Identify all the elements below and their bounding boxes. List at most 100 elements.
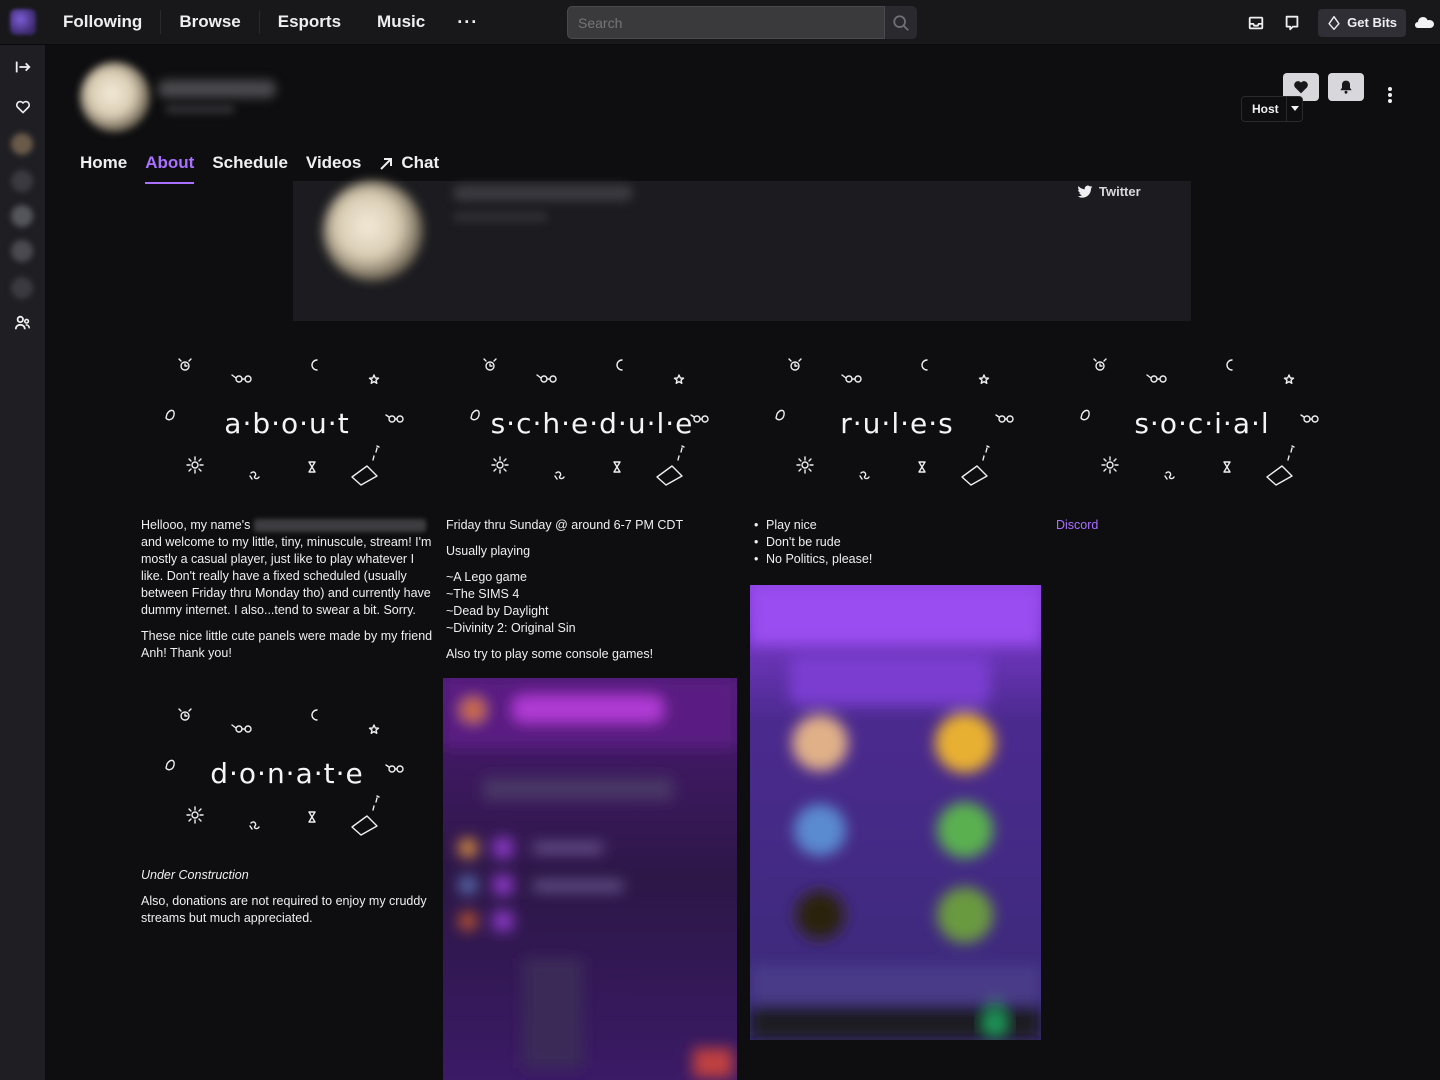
panel-donate: d·o·n·a·t·e Under Construction Also, don… [141, 705, 433, 936]
panel-about: a·b·o·u·t Hellooo, my name's and welcome… [141, 355, 433, 671]
channel-status-redacted [165, 104, 235, 114]
host-button[interactable]: Host [1241, 96, 1303, 122]
about-name-redacted [453, 185, 633, 201]
panel-schedule: s·c·h·e·d·u·l·e Friday thru Sunday @ aro… [446, 355, 738, 672]
schedule-games: ~A Lego game ~The SIMS 4 ~Dead by Daylig… [446, 569, 738, 637]
nav-right-group: Get Bits [1238, 0, 1440, 45]
tab-videos-label: Videos [305, 153, 362, 172]
game-item: ~Divinity 2: Original Sin [446, 621, 576, 635]
blurred-screenshot [750, 585, 1041, 1040]
followed-channel-avatar[interactable] [11, 205, 33, 227]
side-nav [0, 45, 45, 1080]
tab-home-label: Home [80, 153, 128, 172]
nav-following[interactable]: Following [45, 0, 160, 45]
user-avatar[interactable] [1414, 12, 1436, 34]
logo-mark [9, 9, 36, 35]
nav-esports[interactable]: Esports [260, 0, 359, 45]
search-icon [893, 14, 909, 31]
chevron-down-icon[interactable] [1286, 96, 1302, 122]
nav-browse[interactable]: Browse [161, 0, 258, 45]
about-banner: Twitter [293, 181, 1191, 321]
donate-panel-art: d·o·n·a·t·e [141, 705, 433, 855]
panel-rules: r·u·l·e·s Play nice Don't be rude No Pol… [751, 355, 1043, 568]
get-bits-label: Get Bits [1347, 15, 1397, 30]
donate-status: Under Construction [141, 868, 249, 882]
channel-name-redacted [158, 80, 276, 98]
expand-sidebar-button[interactable] [0, 52, 45, 82]
search-bar [567, 6, 917, 39]
rule-item: Play nice [751, 517, 1043, 534]
notifications-button[interactable] [1328, 73, 1364, 101]
rules-panel-title: r·u·l·e·s [840, 407, 954, 440]
twitter-link[interactable]: Twitter [1077, 184, 1141, 199]
schedule-panel-art: s·c·h·e·d·u·l·e [446, 355, 738, 505]
schedule-playing-label: Usually playing [446, 544, 531, 558]
followed-channel-avatar[interactable] [11, 133, 33, 155]
rules-panel-image[interactable] [750, 585, 1041, 1040]
game-item: ~The SIMS 4 [446, 587, 520, 601]
channel-avatar[interactable] [80, 62, 150, 132]
tab-schedule-label: Schedule [212, 153, 288, 172]
tab-schedule[interactable]: Schedule [212, 150, 288, 184]
whispers-button[interactable] [1274, 5, 1310, 41]
heart-outline-icon [15, 100, 30, 114]
tab-videos[interactable]: Videos [306, 150, 361, 184]
about-panel-art: a·b·o·u·t [141, 355, 433, 505]
rules-panel-art: r·u·l·e·s [751, 355, 1043, 505]
game-item: ~A Lego game [446, 570, 527, 584]
bits-icon [1328, 15, 1340, 30]
about-panel-title: a·b·o·u·t [224, 407, 350, 440]
top-nav: Following Browse Esports Music ··· Get B… [0, 0, 1440, 45]
about-credit: These nice little cute panels were made … [141, 629, 433, 660]
blurred-screenshot [443, 678, 737, 1080]
rules-list: Play nice Don't be rude No Politics, ple… [751, 517, 1043, 568]
social-panel-title: s·o·c·i·a·l [1134, 407, 1270, 440]
more-options-icon[interactable]: ··· [443, 0, 492, 45]
about-panel-body: Hellooo, my name's and welcome to my lit… [141, 517, 433, 662]
schedule-panel-body: Friday thru Sunday @ around 6-7 PM CDT U… [446, 517, 738, 663]
game-item: ~Dead by Daylight [446, 604, 549, 618]
inbox-icon [1248, 16, 1264, 29]
whispers-icon [1285, 15, 1299, 30]
tab-home[interactable]: Home [80, 150, 127, 184]
schedule-when: Friday thru Sunday @ around 6-7 PM CDT [446, 518, 684, 532]
about-intro-prefix: Hellooo, my name's [141, 518, 251, 532]
donate-panel-title: d·o·n·a·t·e [210, 757, 364, 790]
nav-music[interactable]: Music [359, 0, 443, 45]
cloud-avatar-icon [1415, 16, 1434, 28]
tab-chat-label: Chat [401, 153, 440, 172]
schedule-console-note: Also try to play some console games! [446, 647, 654, 661]
social-panel-body: Discord [1056, 517, 1348, 534]
about-avatar [323, 181, 423, 281]
social-panel-art: s·o·c·i·a·l [1056, 355, 1348, 505]
followed-channel-avatar[interactable] [11, 277, 33, 299]
host-label: Host [1252, 102, 1279, 116]
get-bits-button[interactable]: Get Bits [1318, 8, 1406, 37]
tab-chat[interactable]: Chat [379, 150, 439, 184]
about-intro-rest: and welcome to my little, tiny, minuscul… [141, 535, 432, 617]
followed-channel-avatar[interactable] [11, 170, 33, 192]
channel-tabs: Home About Schedule Videos Chat [80, 150, 439, 184]
about-followers-redacted [453, 211, 548, 223]
rule-item: Don't be rude [751, 534, 1043, 551]
discord-link[interactable]: Discord [1056, 518, 1098, 532]
about-intro: Hellooo, my name's and welcome to my lit… [141, 517, 433, 619]
donate-note: Also, donations are not required to enjo… [141, 894, 427, 925]
twitch-logo[interactable] [0, 0, 45, 45]
recommended-friends-button[interactable] [0, 308, 45, 338]
twitter-bird-icon [1077, 185, 1093, 198]
search-input[interactable] [567, 6, 885, 39]
external-arrow-icon [380, 158, 393, 170]
more-options-button[interactable] [1381, 83, 1399, 107]
followed-channels-button[interactable] [0, 92, 45, 122]
followed-channel-avatar[interactable] [11, 240, 33, 262]
redacted-name [253, 519, 426, 533]
schedule-panel-image[interactable] [443, 678, 737, 1080]
inbox-button[interactable] [1238, 5, 1274, 41]
bell-icon [1340, 80, 1352, 94]
search-button[interactable] [885, 6, 917, 39]
kebab-icon [1388, 87, 1392, 103]
friends-icon [14, 315, 30, 330]
tab-about[interactable]: About [145, 150, 195, 184]
rule-item: No Politics, please! [751, 551, 1043, 568]
